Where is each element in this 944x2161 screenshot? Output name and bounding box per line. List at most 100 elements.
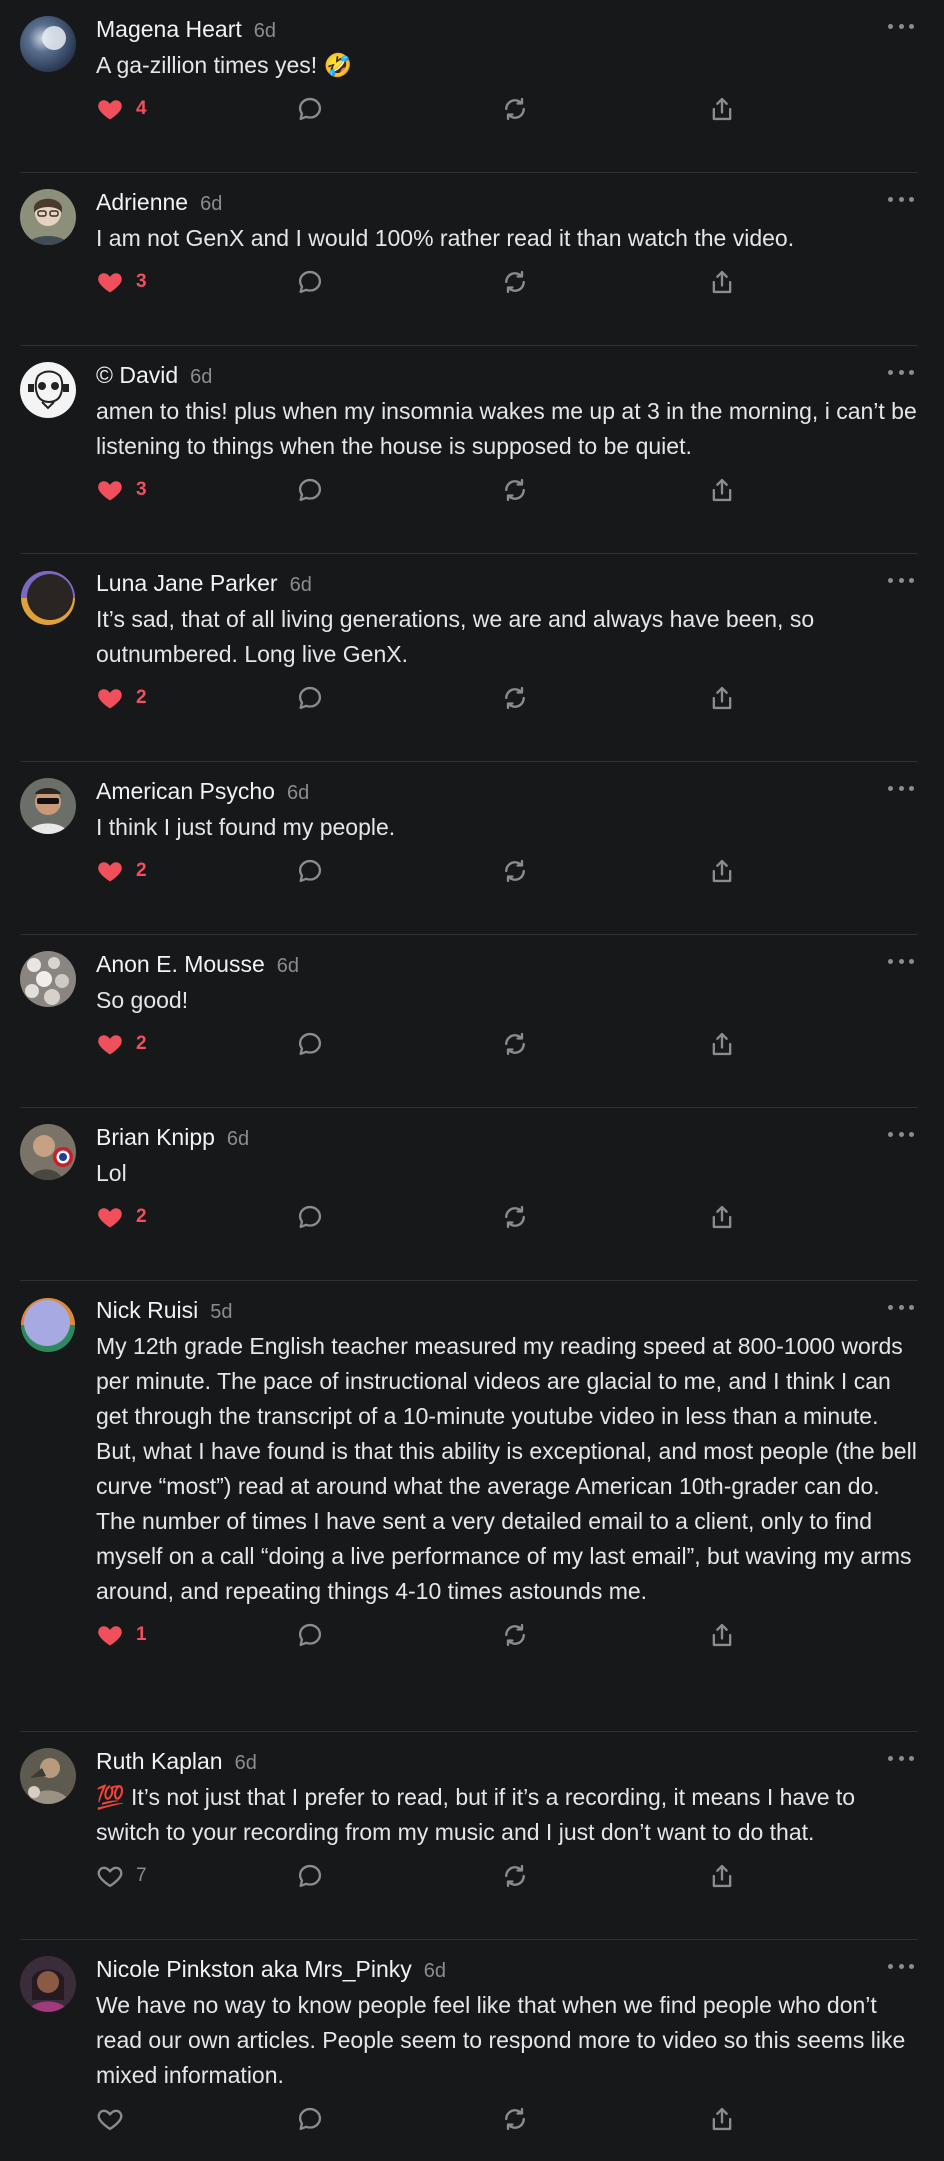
restack-icon [501,1862,529,1890]
author-name[interactable]: Anon E. Mousse [96,951,265,978]
like-button[interactable]: 3 [96,472,147,508]
reply-button[interactable] [296,853,324,889]
avatar[interactable] [20,1124,76,1180]
timestamp[interactable]: 6d [290,574,312,597]
timestamp[interactable]: 6d [254,20,276,43]
timestamp[interactable]: 6d [227,1128,249,1151]
share-button[interactable] [708,853,736,889]
like-button[interactable]: 3 [96,264,147,300]
restack-button[interactable] [501,2101,529,2137]
like-button[interactable] [96,2101,124,2137]
more-options-icon[interactable] [888,1746,914,1770]
like-button[interactable]: 4 [96,91,147,127]
share-button[interactable] [708,680,736,716]
restack-button[interactable] [501,1026,529,1062]
reply-button[interactable] [296,91,324,127]
share-button[interactable] [708,1858,736,1894]
comment-bubble-icon [296,684,324,712]
more-options-icon[interactable] [888,14,914,38]
more-options-icon[interactable] [888,776,914,800]
timestamp[interactable]: 6d [235,1752,257,1775]
more-options-icon[interactable] [888,1122,914,1146]
reply-button[interactable] [296,472,324,508]
more-options-icon[interactable] [888,1295,914,1319]
comment-text: I think I just found my people. [96,814,396,840]
reply-button[interactable] [296,2101,324,2137]
comment-actions: 7 [96,1858,918,1918]
more-options-icon[interactable] [888,187,914,211]
restack-button[interactable] [501,1199,529,1235]
heart-icon [96,1030,124,1058]
author-name[interactable]: Ruth Kaplan [96,1748,223,1775]
restack-button[interactable] [501,91,529,127]
share-button[interactable] [708,472,736,508]
avatar[interactable] [20,778,76,834]
more-options-icon[interactable] [888,1954,914,1978]
author-name[interactable]: Nick Ruisi [96,1297,198,1324]
restack-button[interactable] [501,472,529,508]
timestamp[interactable]: 6d [200,193,222,216]
author-name[interactable]: Luna Jane Parker [96,570,278,597]
reply-button[interactable] [296,1858,324,1894]
like-button[interactable]: 2 [96,1026,147,1062]
avatar[interactable] [20,189,76,245]
more-options-icon[interactable] [888,949,914,973]
author-name[interactable]: Brian Knipp [96,1124,215,1151]
author-name[interactable]: American Psycho [96,778,275,805]
share-button[interactable] [708,264,736,300]
heart-icon [96,1621,124,1649]
reply-button[interactable] [296,1617,324,1653]
share-button[interactable] [708,2101,736,2137]
like-button[interactable]: 2 [96,1199,147,1235]
like-button[interactable]: 1 [96,1617,147,1653]
timestamp[interactable]: 6d [190,366,212,389]
restack-button[interactable] [501,1617,529,1653]
timestamp[interactable]: 5d [210,1301,232,1324]
timestamp[interactable]: 6d [287,782,309,805]
timestamp[interactable]: 6d [424,1960,446,1983]
author-name[interactable]: Adrienne [96,189,188,216]
share-button[interactable] [708,1199,736,1235]
reply-button[interactable] [296,680,324,716]
like-count: 7 [136,1865,147,1886]
reply-button[interactable] [296,1026,324,1062]
comment-text: So good! [96,987,189,1013]
restack-button[interactable] [501,853,529,889]
comment-bubble-icon [296,476,324,504]
share-button[interactable] [708,1617,736,1653]
like-count: 2 [136,860,147,881]
reply-button[interactable] [296,264,324,300]
heart-icon [96,268,124,296]
comment-actions [96,2101,918,2161]
like-button[interactable]: 2 [96,853,147,889]
reply-button[interactable] [296,1199,324,1235]
more-options-icon[interactable] [888,568,914,592]
author-name[interactable]: Nicole Pinkston aka Mrs_Pinky [96,1956,412,1983]
avatar[interactable] [20,1297,76,1353]
avatar[interactable] [20,16,76,72]
restack-button[interactable] [501,264,529,300]
like-button[interactable]: 7 [96,1858,147,1894]
restack-button[interactable] [501,1858,529,1894]
avatar[interactable] [20,1748,76,1804]
comment: Brian Knipp 6d Lol 2 [0,1108,944,1281]
timestamp[interactable]: 6d [277,955,299,978]
comment: Adrienne 6d I am not GenX and I would 100… [0,173,944,346]
share-icon [708,2105,736,2133]
share-button[interactable] [708,1026,736,1062]
restack-button[interactable] [501,680,529,716]
comment-text: We have no way to know people feel like … [96,1992,912,2088]
more-options-icon[interactable] [888,360,914,384]
avatar[interactable] [20,362,76,418]
author-name[interactable]: © David [96,362,178,389]
restack-icon [501,1203,529,1231]
author-name[interactable]: Magena Heart [96,16,242,43]
avatar[interactable] [20,570,76,626]
heart-icon [96,1203,124,1231]
share-button[interactable] [708,91,736,127]
avatar[interactable] [20,951,76,1007]
comment: Ruth Kaplan 6d 💯 It’s not just that I pre… [0,1732,944,1940]
avatar[interactable] [20,1956,76,2012]
heart-outline-icon [96,2105,124,2133]
like-button[interactable]: 2 [96,680,147,716]
